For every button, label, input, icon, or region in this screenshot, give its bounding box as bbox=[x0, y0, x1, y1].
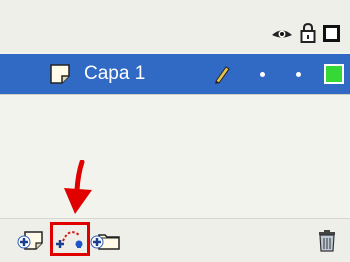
eye-icon[interactable] bbox=[271, 26, 293, 42]
annotation-arrow-icon bbox=[64, 160, 92, 214]
visibility-dot[interactable] bbox=[260, 72, 265, 77]
motion-guide-highlight bbox=[50, 222, 90, 256]
outline-square-icon[interactable] bbox=[323, 25, 340, 42]
lock-icon[interactable] bbox=[300, 23, 316, 43]
layer-name[interactable]: Capa 1 bbox=[84, 63, 145, 85]
layer-page-icon bbox=[50, 64, 70, 84]
lock-dot[interactable] bbox=[296, 72, 301, 77]
row-divider bbox=[0, 94, 350, 95]
pencil-icon bbox=[215, 66, 230, 84]
delete-layer-button[interactable] bbox=[318, 230, 336, 252]
add-layer-folder-button[interactable] bbox=[90, 229, 122, 251]
add-layer-button[interactable] bbox=[17, 229, 47, 251]
layers-header bbox=[0, 0, 350, 52]
outline-color-box[interactable] bbox=[324, 64, 344, 84]
layer-row-capa-1[interactable]: Capa 1 bbox=[0, 54, 350, 94]
